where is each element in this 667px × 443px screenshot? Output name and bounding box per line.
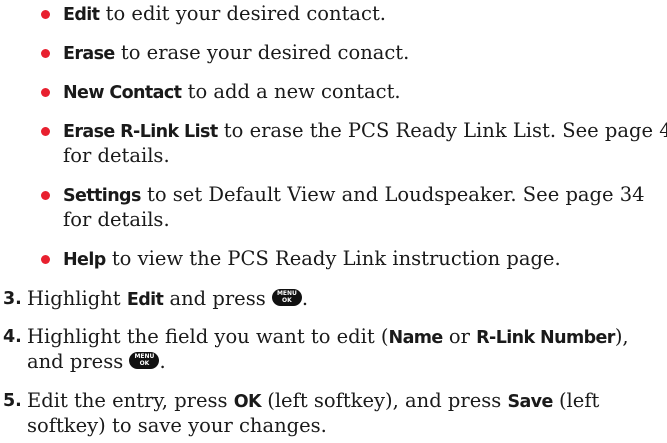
menu-ok-key-icon: MENU OK (271, 289, 302, 306)
bullet-icon (41, 88, 50, 97)
bullet-icon (41, 127, 50, 136)
step-number: 4. (3, 327, 22, 347)
bullet-icon (41, 49, 50, 58)
bullet-icon (41, 191, 50, 200)
step-4-cont: and press MENU OK. (27, 350, 166, 373)
bullet-item-erase-rlink-cont: for details. (63, 144, 170, 167)
option-name: Erase R-Link List (63, 122, 218, 142)
option-name: Settings (63, 186, 141, 206)
bullet-item-erase: Erase to erase your desired conact. (63, 41, 410, 64)
option-name: Erase (63, 44, 115, 64)
bullet-item-help: Help to view the PCS Ready Link instruct… (63, 247, 561, 270)
bullet-item-erase-rlink: Erase R-Link List to erase the PCS Ready… (63, 119, 667, 142)
bullet-icon (41, 10, 50, 19)
bullet-item-settings-cont: for details. (63, 208, 170, 231)
option-name: New Contact (63, 83, 182, 103)
menu-ok-key-icon: MENU OK (129, 352, 160, 369)
step-3: Highlight Edit and press MENU OK. (27, 287, 309, 310)
bullet-icon (41, 255, 50, 264)
step-5: Edit the entry, press OK (left softkey),… (27, 389, 600, 412)
step-4: Highlight the field you want to edit (Na… (27, 325, 629, 348)
bullet-item-edit: Edit to edit your desired contact. (63, 2, 387, 25)
option-name: Help (63, 250, 106, 270)
manual-page: Edit to edit your desired contact. Erase… (0, 0, 667, 443)
bullet-item-new-contact: New Contact to add a new contact. (63, 80, 401, 103)
step-5-cont: softkey) to save your changes. (27, 414, 327, 437)
bullet-item-settings: Settings to set Default View and Loudspe… (63, 183, 645, 206)
option-name: Edit (63, 5, 100, 25)
step-number: 3. (3, 289, 22, 309)
step-number: 5. (3, 391, 22, 411)
